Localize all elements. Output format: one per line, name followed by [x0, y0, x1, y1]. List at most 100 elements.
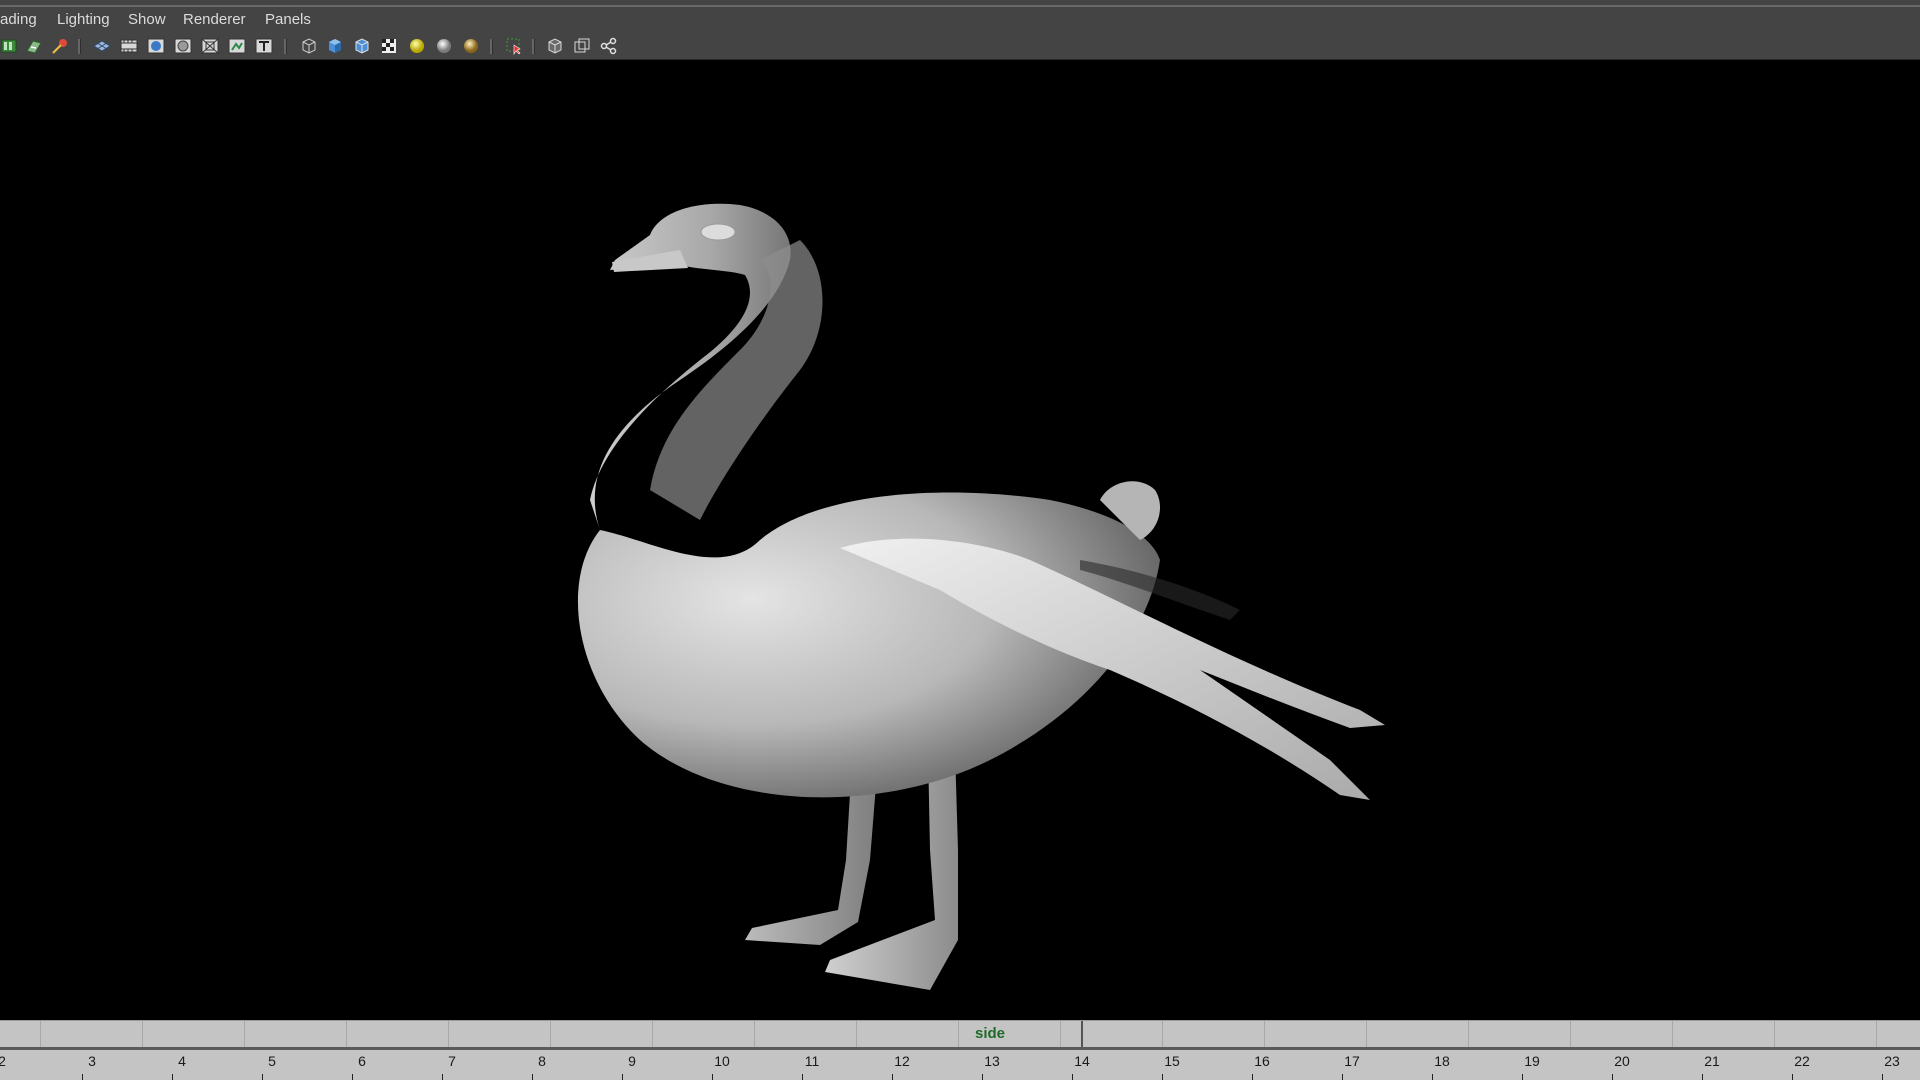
3d-viewport[interactable]	[0, 60, 1920, 1020]
frame-label: 22	[1794, 1053, 1810, 1069]
swan-model	[577, 203, 1385, 990]
camera-bar-segment	[40, 1021, 41, 1047]
frame-tick	[1702, 1074, 1703, 1080]
frame-tick	[82, 1074, 83, 1080]
frame-label: 13	[984, 1053, 1000, 1069]
toolbar-separator	[284, 39, 287, 54]
frame-label: 2	[0, 1053, 6, 1069]
xray-icon[interactable]	[546, 37, 564, 55]
frame-tick	[532, 1074, 533, 1080]
menu-panels[interactable]: Panels	[265, 11, 311, 28]
shadows-icon[interactable]	[435, 37, 453, 55]
menu-shading[interactable]: ading	[0, 11, 37, 28]
frame-label: 7	[448, 1053, 456, 1069]
use-all-lights-icon[interactable]	[408, 37, 426, 55]
frame-label: 18	[1434, 1053, 1450, 1069]
frame-label: 20	[1614, 1053, 1630, 1069]
frame-tick	[982, 1074, 983, 1080]
window-top-strip	[0, 0, 1920, 7]
camera-bar-segment	[1162, 1021, 1163, 1047]
frame-tick	[442, 1074, 443, 1080]
camera-bar-segment	[1366, 1021, 1367, 1047]
frame-tick	[802, 1074, 803, 1080]
camera-bar-segment	[346, 1021, 347, 1047]
smooth-shade-icon[interactable]	[326, 37, 344, 55]
camera-bar-segment	[550, 1021, 551, 1047]
menu-renderer[interactable]: Renderer	[183, 11, 246, 28]
camera-bar-segment	[1570, 1021, 1571, 1047]
frame-tick	[712, 1074, 713, 1080]
xray-joints-icon[interactable]	[573, 37, 591, 55]
frame-label: 21	[1704, 1053, 1720, 1069]
camera-bar-segment	[142, 1021, 143, 1047]
frame-label: 10	[714, 1053, 730, 1069]
camera-name-bar: side	[0, 1020, 1920, 1047]
frame-tick	[1432, 1074, 1433, 1080]
resolution-gate-icon[interactable]	[147, 37, 165, 55]
frame-label: 6	[358, 1053, 366, 1069]
camera-bar-segment	[1264, 1021, 1265, 1047]
camera-name-label: side	[975, 1025, 1006, 1042]
camera-bar-segment	[958, 1021, 959, 1047]
frame-label: 16	[1254, 1053, 1270, 1069]
camera-bar-segment	[652, 1021, 653, 1047]
frame-tick	[1162, 1074, 1163, 1080]
ambient-occlusion-icon[interactable]	[462, 37, 480, 55]
frame-label: 4	[178, 1053, 186, 1069]
frame-label: 14	[1074, 1053, 1090, 1069]
camera-bar-segment	[1876, 1021, 1877, 1047]
xray-components-icon[interactable]	[600, 37, 618, 55]
bookmark-icon[interactable]	[51, 37, 69, 55]
frame-tick	[1792, 1074, 1793, 1080]
toolbar-separator	[532, 39, 535, 54]
grid-icon[interactable]	[93, 37, 111, 55]
frame-label: 12	[894, 1053, 910, 1069]
wireframe-on-shaded-icon[interactable]	[353, 37, 371, 55]
camera-bar-segment	[754, 1021, 755, 1047]
panel-menubar: ading Lighting Show Renderer Panels	[0, 7, 1920, 33]
gate-mask-icon[interactable]	[174, 37, 192, 55]
frame-tick	[1522, 1074, 1523, 1080]
wireframe-icon[interactable]	[300, 37, 318, 55]
safe-title-icon[interactable]	[255, 37, 273, 55]
isolate-select-icon[interactable]	[505, 37, 523, 55]
frame-tick	[172, 1074, 173, 1080]
toolbar-separator	[490, 39, 493, 54]
frame-label: 5	[268, 1053, 276, 1069]
frame-tick	[1252, 1074, 1253, 1080]
frame-label: 11	[804, 1053, 820, 1069]
frame-tick	[892, 1074, 893, 1080]
frame-tick	[1342, 1074, 1343, 1080]
frame-label: 15	[1164, 1053, 1180, 1069]
frame-tick	[1072, 1074, 1073, 1080]
safe-action-icon[interactable]	[228, 37, 246, 55]
camera-bar-segment	[1060, 1021, 1061, 1047]
toolbar-separator	[78, 39, 81, 54]
frame-tick	[262, 1074, 263, 1080]
camera-bar-segment	[244, 1021, 245, 1047]
frame-label: 19	[1524, 1053, 1540, 1069]
frame-label: 3	[88, 1053, 96, 1069]
frame-label: 23	[1884, 1053, 1900, 1069]
menu-lighting[interactable]: Lighting	[57, 11, 110, 28]
panel-toolbar	[0, 33, 1920, 60]
camera-bar-segment	[856, 1021, 857, 1047]
frame-label: 17	[1344, 1053, 1360, 1069]
camera-attributes-icon[interactable]	[0, 37, 18, 55]
menu-show[interactable]: Show	[128, 11, 166, 28]
camera-bar-segment	[1774, 1021, 1775, 1047]
frame-tick	[622, 1074, 623, 1080]
time-slider[interactable]: 2 3 4 5 6 7 8 9 10 11 12 13 14 15 16 17 18 19 20 21 22 23	[0, 1047, 1920, 1080]
frame-tick	[352, 1074, 353, 1080]
textured-icon[interactable]	[380, 37, 398, 55]
film-gate-icon[interactable]	[120, 37, 138, 55]
camera-bar-segment	[448, 1021, 449, 1047]
field-chart-icon[interactable]	[201, 37, 219, 55]
frame-label: 8	[538, 1053, 546, 1069]
image-plane-icon[interactable]	[25, 37, 43, 55]
camera-bar-segment	[1468, 1021, 1469, 1047]
frame-tick	[1882, 1074, 1883, 1080]
frame-label: 9	[628, 1053, 636, 1069]
frame-tick	[1612, 1074, 1613, 1080]
camera-bar-segment	[1672, 1021, 1673, 1047]
